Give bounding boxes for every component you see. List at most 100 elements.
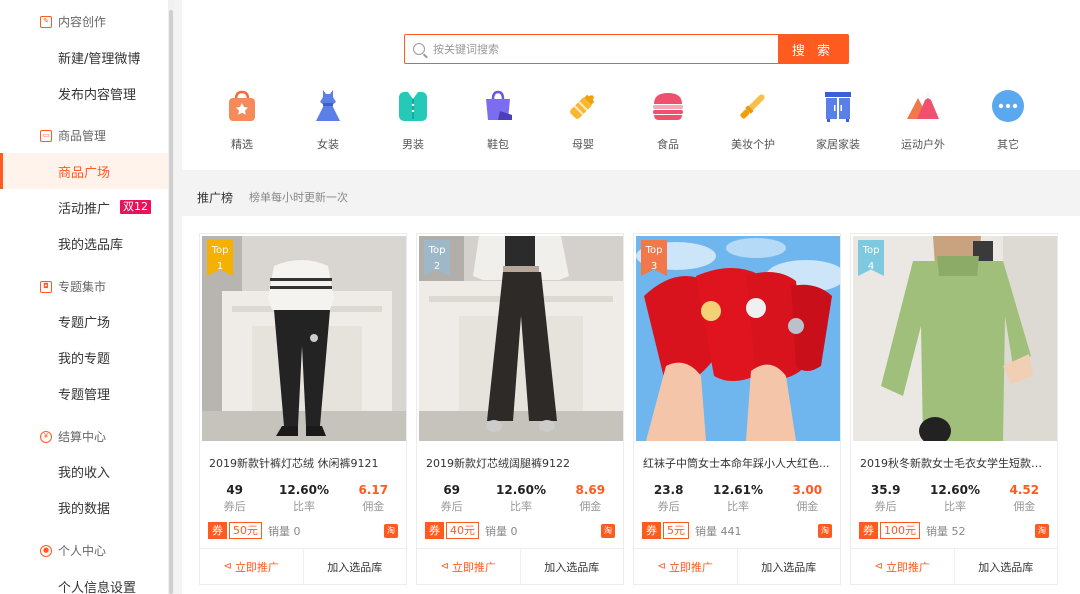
coupon-amount: 5元 (663, 522, 689, 539)
sidebar-item-label: 发布内容管理 (58, 87, 137, 103)
category-shoes-bags[interactable]: 鞋包 (463, 88, 533, 152)
search-bar: 按关键词搜索 搜 索 (404, 34, 849, 64)
product-image[interactable]: Top 2 (419, 236, 623, 441)
search-button[interactable]: 搜 索 (778, 35, 848, 63)
sidebar-item-product-square[interactable]: 商品广场 (0, 153, 168, 189)
category-food[interactable]: 食品 (633, 88, 703, 152)
commission-label: 佣金 (796, 500, 819, 513)
sidebar-item-topic-management[interactable]: 专题管理 (0, 375, 168, 411)
section-title: 个人中心 (58, 544, 107, 558)
product-card[interactable]: Top 2 2019新款灯芯绒阔腿裤9122 69 券后 12.60% 比率 8.69… (416, 233, 624, 585)
price-value: 49 (226, 483, 244, 497)
sidebar-item-new-weibo[interactable]: 新建/管理微博 (0, 39, 168, 75)
section-topic-market: ◘ 专题集市 (40, 278, 106, 295)
sidebar-scrollbar[interactable] (168, 0, 174, 594)
product-card[interactable]: Top 3 红袜子中筒女士本命年踩小人大红色... 23.8 券后 12.61% 比率… (633, 233, 841, 585)
category-mens[interactable]: 男装 (378, 88, 448, 152)
card-actions: ⊲ 立即推广 加入选品库 (417, 548, 623, 584)
sidebar-item-label: 专题广场 (58, 315, 111, 331)
card-actions: ⊲ 立即推广 加入选品库 (634, 548, 840, 584)
ratio-value: 12.60% (930, 483, 980, 497)
category-label: 其它 (997, 138, 1019, 151)
promote-button[interactable]: ⊲ 立即推广 (200, 549, 303, 584)
commission-value: 8.69 (575, 483, 606, 497)
category-label: 运动户外 (901, 138, 945, 151)
category-label: 男装 (402, 138, 424, 151)
topic-icon: ◘ (40, 280, 52, 293)
price-value: 23.8 (653, 483, 684, 497)
sidebar-item-my-data[interactable]: 我的数据 (0, 489, 168, 525)
product-title[interactable]: 2019新款针裤灯芯绒 休闲裤9121 (209, 455, 399, 471)
sidebar-item-my-topics[interactable]: 我的专题 (0, 339, 168, 375)
promote-label: 立即推广 (234, 560, 279, 574)
makeup-brush-icon (735, 88, 771, 124)
category-womens[interactable]: 女装 (293, 88, 363, 152)
add-to-selection-button[interactable]: 加入选品库 (302, 549, 407, 584)
sidebar-item-profile-settings[interactable]: 个人信息设置 (0, 568, 168, 594)
handbag-icon (480, 88, 516, 124)
sidebar-item-my-selection[interactable]: 我的选品库 (0, 225, 168, 261)
sidebar-item-topic-square[interactable]: 专题广场 (0, 303, 168, 339)
coupon-badge: 券 (642, 522, 661, 539)
promote-button[interactable]: ⊲ 立即推广 (851, 549, 954, 584)
section-personal-center: ● 个人中心 (40, 542, 106, 559)
commission-value: 4.52 (1009, 483, 1040, 497)
commission-label: 佣金 (362, 500, 385, 513)
sidebar-item-label: 商品广场 (58, 165, 111, 181)
edit-icon: ✎ (40, 15, 52, 28)
sales-count: 销量 52 (926, 524, 966, 538)
category-other[interactable]: 其它 (973, 88, 1043, 152)
scrollbar-thumb[interactable] (169, 10, 173, 594)
add-to-selection-button[interactable]: 加入选品库 (953, 549, 1058, 584)
card-actions: ⊲ 立即推广 加入选品库 (200, 548, 406, 584)
ranking-subtitle: 榜单每小时更新一次 (249, 191, 349, 204)
sidebar-item-label: 我的收入 (58, 465, 111, 481)
product-stats: 23.8 券后 12.61% 比率 3.00 佣金 (634, 483, 842, 514)
sidebar-item-my-income[interactable]: 我的收入 (0, 453, 168, 489)
promote-button[interactable]: ⊲ 立即推广 (417, 549, 520, 584)
category-featured[interactable]: 精选 (207, 88, 277, 152)
promote-button[interactable]: ⊲ 立即推广 (634, 549, 737, 584)
coupon-badge: 券 (859, 522, 878, 539)
price-label: 券后 (874, 500, 897, 513)
sidebar-item-label: 个人信息设置 (58, 580, 137, 594)
product-title[interactable]: 2019新款灯芯绒阔腿裤9122 (426, 455, 616, 471)
sidebar-item-published-content[interactable]: 发布内容管理 (0, 75, 168, 111)
taobao-icon: 淘 (818, 524, 832, 538)
product-image[interactable]: Top 1 (202, 236, 406, 441)
coupon-badge: 券 (208, 522, 227, 539)
commission-value: 3.00 (792, 483, 823, 497)
price-value: 35.9 (870, 483, 901, 497)
commission-label: 佣金 (1013, 500, 1036, 513)
category-home[interactable]: 家居家装 (803, 88, 873, 152)
category-beauty[interactable]: 美妆个护 (718, 88, 788, 152)
product-card[interactable]: Top 1 2019新款针裤灯芯绒 休闲裤9121 49 券后 12.60% 比率 6… (199, 233, 407, 585)
category-mother-baby[interactable]: 母婴 (548, 88, 618, 152)
shirt-icon (395, 88, 431, 124)
product-card[interactable]: Top 4 2019秋冬新款女士毛衣女学生短款高... 35.9 券后 12.60%… (850, 233, 1058, 585)
commission-value: 6.17 (358, 483, 389, 497)
section-title: 专题集市 (58, 280, 107, 294)
more-icon (990, 88, 1026, 124)
add-to-selection-button[interactable]: 加入选品库 (519, 549, 624, 584)
ratio-value: 12.61% (713, 483, 763, 497)
product-stats: 49 券后 12.60% 比率 6.17 佣金 (200, 483, 408, 514)
add-to-selection-button[interactable]: 加入选品库 (736, 549, 841, 584)
coupon-row: 券 40元 销量 0 (425, 522, 518, 539)
category-label: 食品 (657, 138, 679, 151)
search-input[interactable]: 按关键词搜索 (405, 35, 778, 63)
category-sports[interactable]: 运动户外 (888, 88, 958, 152)
product-image[interactable]: Top 3 (636, 236, 840, 441)
product-image[interactable]: Top 4 (853, 236, 1057, 441)
sales-count: 销量 0 (485, 524, 518, 538)
top-panel: 按关键词搜索 搜 索 精选 女装 男装 鞋包 母婴 食品 美妆个护 家居家装 运… (182, 0, 1080, 170)
ratio-label: 比率 (943, 500, 966, 513)
ratio-label: 比率 (726, 500, 749, 513)
sidebar-item-campaign[interactable]: 活动推广 双12 (0, 189, 168, 225)
product-title[interactable]: 2019秋冬新款女士毛衣女学生短款高... (860, 455, 1050, 471)
ranking-header: 推广榜 榜单每小时更新一次 (182, 178, 1080, 216)
section-product-management: ▭ 商品管理 (40, 127, 106, 144)
search-placeholder: 按关键词搜索 (433, 43, 499, 56)
product-title[interactable]: 红袜子中筒女士本命年踩小人大红色... (643, 455, 833, 471)
category-label: 母婴 (572, 138, 594, 151)
